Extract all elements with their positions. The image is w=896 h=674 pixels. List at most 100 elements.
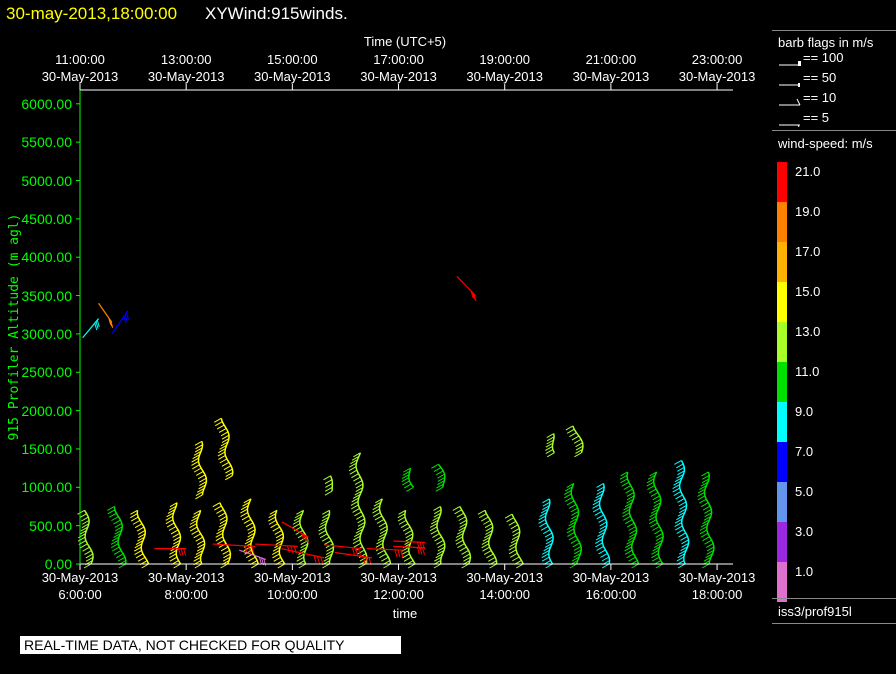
wind-barb (489, 563, 497, 569)
wind-barb (623, 515, 631, 521)
wind-barb (113, 550, 122, 555)
wind-barb (351, 547, 355, 555)
wind-barb (402, 526, 411, 532)
wind-barb (115, 553, 124, 559)
wind-barb (397, 516, 406, 522)
wind-barb (166, 522, 175, 528)
x-tick-label-date: 30-May-2013 (360, 570, 437, 585)
wind-barb (383, 563, 391, 569)
wind-barb (79, 513, 87, 519)
wind-barb (378, 522, 387, 528)
wind-barb (436, 539, 444, 545)
wind-barb (486, 553, 494, 559)
x-tick-label-date: 30-May-2013 (466, 570, 543, 585)
wind-barb (135, 553, 144, 559)
wind-barb (676, 529, 684, 534)
wind-barb (191, 530, 199, 535)
color-swatch (777, 562, 787, 602)
wind-barb (110, 543, 119, 549)
wind-barb (216, 424, 225, 430)
wind-barb (220, 431, 229, 437)
top-tick-label-time: 17:00:00 (373, 52, 424, 67)
wind-barb (566, 428, 575, 434)
wind-barb (377, 549, 385, 555)
wind-barb (273, 556, 281, 562)
top-tick-label-time: 21:00:00 (585, 52, 637, 67)
wind-barb (168, 526, 177, 531)
x-tick-label-time: 14:00:00 (479, 587, 530, 602)
wind-barb (77, 509, 85, 515)
wind-barb (277, 563, 286, 569)
wind-barb (137, 556, 146, 562)
top-tick-label-date: 30-May-2013 (678, 69, 756, 84)
top-tick-label-date: 30-May-2013 (466, 69, 543, 84)
wind-barb (598, 549, 606, 555)
wind-barb (137, 530, 146, 535)
top-tick-label-time: 11:00:00 (55, 52, 105, 67)
wind-barb (697, 495, 706, 501)
barb-marks (77, 275, 715, 569)
wind-barb (193, 467, 202, 473)
wind-barb (286, 545, 290, 553)
wind-barb (130, 516, 139, 522)
wind-barb (81, 516, 89, 522)
scale-label: 5.0 (795, 484, 814, 499)
wind-barb (544, 532, 553, 538)
wind-barb (563, 493, 572, 499)
wind-barb (456, 512, 465, 518)
wind-barb (625, 488, 633, 494)
wind-barb (178, 548, 182, 556)
wind-barb (600, 553, 608, 558)
y-tick-label: 4500.00 (21, 210, 72, 227)
wind-barb (484, 523, 493, 529)
wind-barb (575, 442, 583, 448)
wind-barb (243, 518, 252, 524)
wind-barb (620, 478, 628, 484)
wind-barb (223, 465, 232, 471)
wind-barb (699, 498, 707, 504)
wind-barb (212, 502, 221, 508)
color-swatch (777, 442, 787, 482)
wind-barb (214, 417, 222, 423)
wind-barb (655, 532, 663, 538)
wind-barb (275, 533, 284, 539)
wind-barb (675, 463, 684, 469)
wind-barb (107, 509, 116, 515)
wind-barb (268, 519, 277, 525)
wind-barb (437, 473, 445, 479)
wind-barb (677, 466, 685, 472)
wind-barb (628, 526, 636, 531)
wind-barb (316, 556, 320, 564)
wind-barb (323, 475, 331, 481)
wind-barb (404, 530, 413, 535)
wind-barb (406, 486, 414, 492)
wind-barb (117, 556, 126, 562)
wind-barb (379, 553, 387, 559)
wind-profile (626, 471, 640, 565)
y-tick-label: 3000.00 (21, 325, 72, 342)
wind-barb (596, 483, 604, 488)
wind-barb (195, 536, 204, 542)
wind-barb (433, 467, 442, 473)
wind-barb (353, 542, 362, 548)
wind-barb (216, 539, 225, 545)
x-tick-label-time: 16:00:00 (585, 587, 637, 602)
wind-barb (430, 529, 438, 535)
top-tick-label-date: 30-May-2013 (41, 69, 119, 84)
scale-label: 1.0 (795, 564, 814, 579)
wind-barb (218, 455, 226, 460)
wind-barb (402, 480, 410, 486)
wind-barb (631, 563, 639, 569)
wind-barb (220, 563, 228, 569)
color-swatch (777, 362, 787, 402)
wind-barb (704, 539, 712, 545)
source-label: iss3/prof915l (778, 604, 852, 619)
wind-barb (196, 540, 205, 545)
wind-barb (218, 427, 227, 433)
wind-barb (225, 468, 233, 474)
scale-label: 15.0 (795, 284, 821, 299)
wind-barb (298, 563, 306, 569)
wind-barb (681, 539, 689, 545)
wind-barb (247, 525, 255, 531)
wind-barb (545, 449, 554, 455)
